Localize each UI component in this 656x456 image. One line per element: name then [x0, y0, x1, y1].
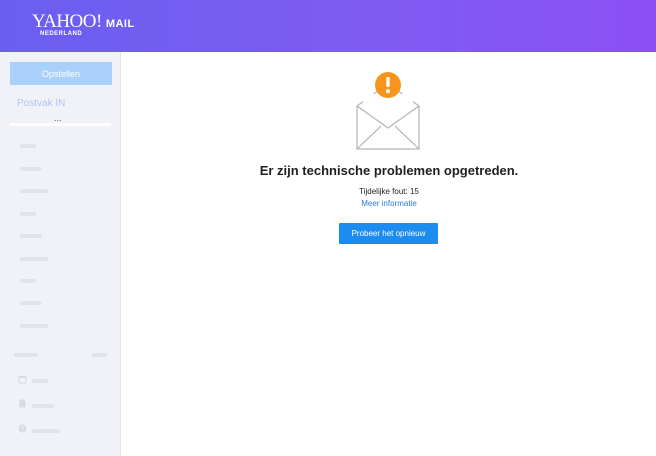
error-title: Er zijn technische problemen opgetreden. [259, 163, 519, 178]
sidebar-more-button[interactable]: ... [54, 114, 62, 123]
help-icon: ? [18, 424, 27, 433]
sidebar-item-inbox[interactable]: Postvak IN [17, 98, 65, 109]
app-placeholder [32, 429, 60, 433]
compose-button[interactable]: Opstellen [10, 62, 112, 85]
app-placeholder [32, 379, 48, 383]
retry-button[interactable]: Probeer het opnieuw [339, 223, 438, 244]
folder-placeholder [20, 189, 48, 193]
envelope-alert-icon [356, 72, 420, 150]
error-code: Tijdelijke fout: 15 [359, 187, 419, 196]
more-info-link[interactable]: Meer informatie [122, 199, 656, 208]
inbox-underline [10, 123, 111, 126]
app-header: YAHOO! MAIL NEDERLAND [0, 0, 656, 52]
logo-yahoo-text: YAHOO! [32, 11, 102, 32]
logo-mail-text: MAIL [105, 18, 135, 30]
error-panel: Er zijn technische problemen opgetreden.… [122, 52, 656, 456]
document-icon [19, 399, 26, 408]
folder-placeholder [20, 212, 36, 216]
section-placeholder [14, 353, 38, 357]
folder-placeholder [20, 234, 42, 238]
folder-placeholder [20, 144, 36, 148]
calendar-icon [18, 376, 27, 384]
folder-placeholder [20, 167, 42, 171]
folder-placeholder [20, 279, 36, 283]
sidebar: Opstellen Postvak IN ... ? [0, 52, 121, 456]
folder-placeholder [20, 257, 48, 261]
folder-placeholder [20, 324, 48, 328]
section-toggle-placeholder [92, 353, 107, 357]
folder-placeholder [20, 301, 42, 305]
app-placeholder [32, 404, 54, 408]
yahoo-mail-logo[interactable]: YAHOO! MAIL NEDERLAND [32, 12, 135, 37]
